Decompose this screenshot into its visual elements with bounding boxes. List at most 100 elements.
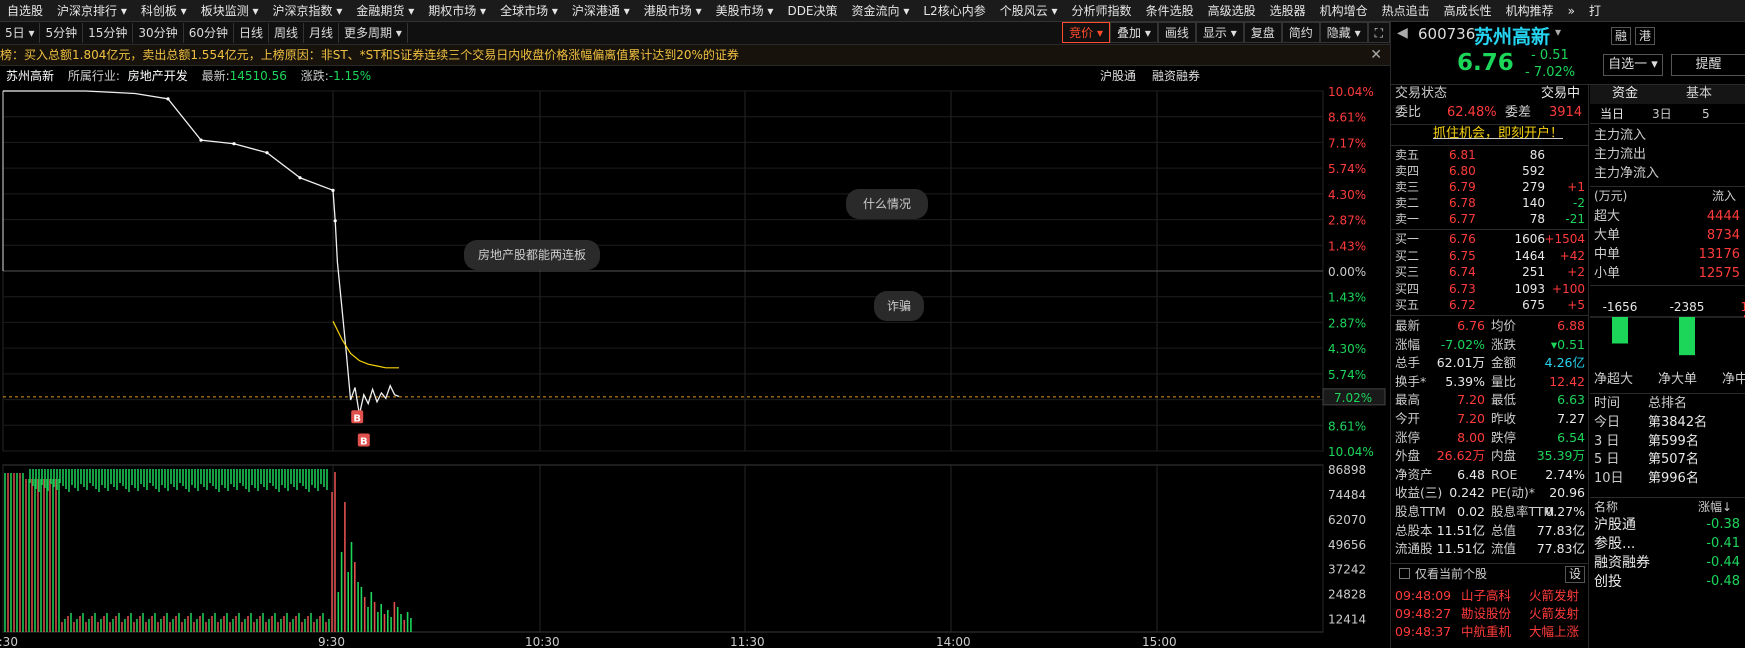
nav-item[interactable]: 金融期货 ▾ bbox=[349, 0, 421, 21]
tool-button[interactable]: 复盘 bbox=[1243, 22, 1282, 43]
close-icon[interactable]: ✕ bbox=[1370, 45, 1382, 65]
chart-svg[interactable]: 10.04% 8.61% 7.17% 5.74% 4.30% 2.87% 1.43% 0.00… bbox=[0, 85, 1390, 648]
price-axis-label: 1.43% bbox=[1328, 239, 1366, 253]
bid-price[interactable]: 6.74 bbox=[1449, 263, 1476, 281]
period-button[interactable]: 60分钟 bbox=[184, 23, 234, 43]
sector-name[interactable]: 沪股通 bbox=[1594, 516, 1636, 534]
nav-item[interactable]: 机构推荐 bbox=[1499, 0, 1561, 21]
net-flow-value: -1656 bbox=[1603, 300, 1638, 314]
ask-delta: -21 bbox=[1565, 212, 1585, 226]
tool-button[interactable]: 画线 bbox=[1157, 22, 1196, 43]
rank-time: 5 日 bbox=[1594, 452, 1620, 467]
nav-item[interactable]: DDE决策 bbox=[780, 0, 844, 21]
bid-volume: 1606 bbox=[1514, 232, 1545, 246]
period-button[interactable]: 日线 bbox=[234, 23, 269, 43]
open-account-banner[interactable]: 抓住机会，即刻开户！ bbox=[1433, 126, 1563, 141]
nav-item[interactable]: 热点追击 bbox=[1375, 0, 1437, 21]
only-current-checkbox[interactable] bbox=[1399, 568, 1410, 579]
nav-item[interactable]: 个股风云 ▾ bbox=[993, 0, 1065, 21]
nav-item[interactable]: 分析师指数 bbox=[1065, 0, 1139, 21]
bid-level-label: 买四 bbox=[1395, 281, 1420, 296]
bid-price[interactable]: 6.75 bbox=[1449, 247, 1476, 265]
tab-3day[interactable]: 3日 bbox=[1652, 107, 1672, 121]
nav-item[interactable]: 沪深京指数 ▾ bbox=[266, 0, 350, 21]
nav-item[interactable]: L2核心内参 bbox=[916, 0, 992, 21]
nav-item[interactable]: 科创板 ▾ bbox=[134, 0, 194, 21]
net-flow-bar bbox=[1679, 317, 1695, 356]
sector-change-header[interactable]: 涨幅↓ bbox=[1698, 500, 1732, 514]
period-button[interactable]: 周线 bbox=[269, 23, 304, 43]
nav-item[interactable]: 高级选股 bbox=[1201, 0, 1263, 21]
intraday-chart[interactable]: 10.04% 8.61% 7.17% 5.74% 4.30% 2.87% 1.43% 0.00… bbox=[0, 85, 1390, 648]
tool-button[interactable]: 显示 ▾ bbox=[1195, 22, 1244, 43]
tab-5day[interactable]: 5 bbox=[1702, 107, 1710, 121]
ask-price[interactable]: 6.77 bbox=[1449, 210, 1476, 228]
rank-total-header: 总排名 bbox=[1648, 396, 1688, 411]
stock-name[interactable]: 苏州高新 bbox=[1474, 22, 1550, 49]
hgt-link[interactable]: 沪股通 bbox=[1100, 66, 1136, 87]
tab-fund[interactable]: 资金 bbox=[1612, 86, 1638, 101]
nav-item[interactable]: 打 bbox=[1582, 0, 1608, 21]
industry-value[interactable]: 房地产开发 bbox=[128, 69, 188, 83]
radar-stock[interactable]: 山子高科 bbox=[1461, 587, 1511, 605]
stat-label: 最低 bbox=[1491, 392, 1517, 408]
price-dot bbox=[265, 151, 269, 155]
tool-button[interactable]: 竞价 ▾ bbox=[1062, 22, 1111, 43]
add-watchlist-button[interactable]: 自选一 ▾ bbox=[1603, 54, 1663, 76]
tool-button[interactable]: 简约 bbox=[1281, 22, 1320, 43]
rzrq-link[interactable]: 融资融券 bbox=[1152, 66, 1200, 87]
nav-item[interactable]: 期权市场 ▾ bbox=[421, 0, 493, 21]
volume-axis-label: 12414 bbox=[1328, 613, 1366, 627]
stat-label: 最高 bbox=[1395, 392, 1421, 408]
volume-axis-label: 74484 bbox=[1328, 488, 1366, 502]
nav-item[interactable]: 高成长性 bbox=[1437, 0, 1499, 21]
nav-item[interactable]: 选股器 bbox=[1263, 0, 1313, 21]
stat-value: 6.54 bbox=[1557, 429, 1585, 445]
alert-button[interactable]: 提醒 bbox=[1671, 54, 1745, 76]
tag-rong[interactable]: 融 bbox=[1611, 27, 1632, 45]
sector-name[interactable]: 融资融券 bbox=[1594, 554, 1650, 572]
tab-basic[interactable]: 基本 bbox=[1686, 86, 1712, 101]
nav-item[interactable]: 机构增仓 bbox=[1313, 0, 1375, 21]
nav-item[interactable]: » bbox=[1561, 0, 1582, 21]
tag-gang[interactable]: 港 bbox=[1635, 27, 1656, 45]
buy-marker-label: B bbox=[360, 437, 368, 448]
next-arrow-icon[interactable]: ▾ bbox=[1555, 25, 1561, 39]
nav-item[interactable]: 港股市场 ▾ bbox=[637, 0, 709, 21]
price-axis-label: 0.00% bbox=[1328, 265, 1366, 279]
bid-price[interactable]: 6.72 bbox=[1449, 296, 1476, 314]
settings-button[interactable]: 设 bbox=[1565, 566, 1586, 583]
period-button[interactable]: 月线 bbox=[304, 23, 340, 43]
sector-change: -0.38 bbox=[1706, 517, 1740, 532]
prev-arrow-icon[interactable]: ◀ bbox=[1397, 25, 1408, 41]
fund-column: 资金 基本 当日 3日 5 主力流入 主力流出 主力净流入 (万元) 流入 超大… bbox=[1590, 85, 1745, 648]
sector-name[interactable]: 创投 bbox=[1594, 573, 1622, 591]
nav-item[interactable]: 全球市场 ▾ bbox=[493, 0, 565, 21]
time-axis-label: 9:30 bbox=[318, 635, 345, 648]
price-axis-label: 5.74% bbox=[1328, 162, 1366, 176]
nav-item[interactable]: 沪深京排行 ▾ bbox=[50, 0, 134, 21]
period-button[interactable]: 30分钟 bbox=[133, 23, 184, 43]
bid-price[interactable]: 6.76 bbox=[1449, 230, 1476, 248]
nav-item[interactable]: 资金流向 ▾ bbox=[845, 0, 917, 21]
nav-item[interactable]: 板块监测 ▾ bbox=[194, 0, 266, 21]
bid-price[interactable]: 6.73 bbox=[1449, 280, 1476, 298]
period-5day[interactable]: 5日 ▾ bbox=[0, 23, 41, 43]
nav-item[interactable]: 条件选股 bbox=[1139, 0, 1201, 21]
radar-stock[interactable]: 中航重机 bbox=[1461, 623, 1511, 641]
period-button[interactable]: 5分钟 bbox=[40, 23, 84, 43]
last-price: 6.76 bbox=[1457, 50, 1514, 76]
nav-item[interactable]: 美股市场 ▾ bbox=[709, 0, 781, 21]
tool-button[interactable]: 叠加 ▾ bbox=[1110, 22, 1158, 43]
radar-stock[interactable]: 勘设股份 bbox=[1461, 605, 1511, 623]
tab-today[interactable]: 当日 bbox=[1600, 107, 1624, 121]
fund-row-label: 小单 bbox=[1594, 266, 1621, 281]
period-button[interactable]: 更多周期 ▾ bbox=[339, 23, 408, 43]
sector-name[interactable]: 参股... bbox=[1594, 535, 1635, 553]
price-axis-label: 10.04% bbox=[1328, 445, 1374, 459]
fullscreen-icon[interactable]: ⛶ bbox=[1367, 22, 1390, 43]
nav-item[interactable]: 自选股 bbox=[0, 0, 50, 21]
tool-button[interactable]: 隐藏 ▾ bbox=[1319, 22, 1368, 43]
period-button[interactable]: 15分钟 bbox=[83, 23, 134, 43]
nav-item[interactable]: 沪深港通 ▾ bbox=[565, 0, 637, 21]
